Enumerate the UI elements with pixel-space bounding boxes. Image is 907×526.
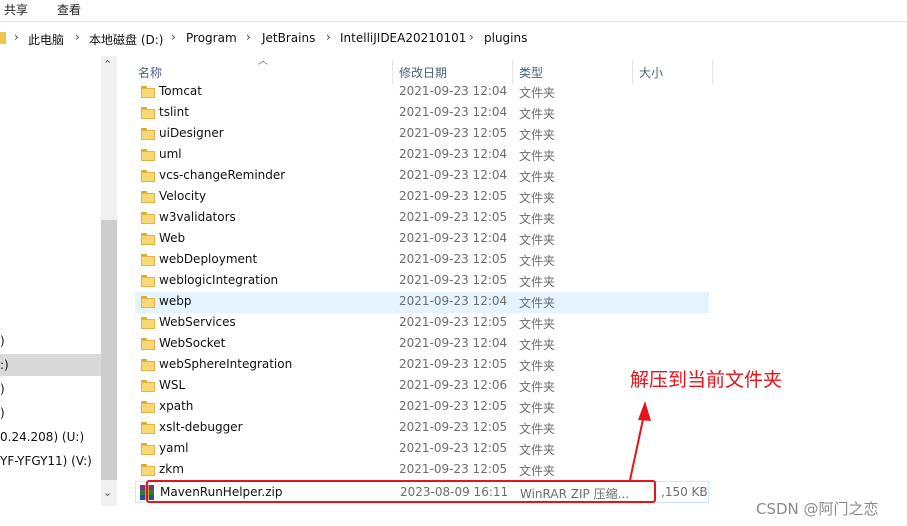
watermark: CSDN @阿门之恋	[756, 500, 879, 518]
annotation-label: 解压到当前文件夹	[630, 369, 783, 391]
annotation-arrow-icon	[629, 401, 651, 481]
